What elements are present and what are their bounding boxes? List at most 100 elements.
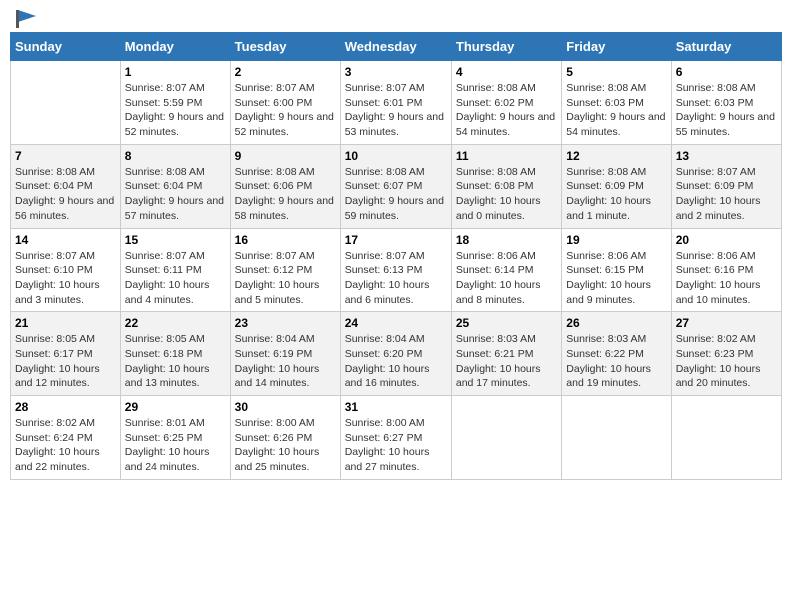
- day-number: 12: [566, 149, 666, 163]
- day-number: 25: [456, 316, 557, 330]
- calendar-week-row: 28 Sunrise: 8:02 AMSunset: 6:24 PMDayligh…: [11, 396, 782, 480]
- day-info: Sunrise: 8:08 AMSunset: 6:03 PMDaylight:…: [566, 81, 666, 140]
- logo: [14, 10, 38, 24]
- day-number: 6: [676, 65, 777, 79]
- calendar-cell: 10 Sunrise: 8:08 AMSunset: 6:07 PMDayligh…: [340, 144, 451, 228]
- day-number: 18: [456, 233, 557, 247]
- day-info: Sunrise: 8:05 AMSunset: 6:17 PMDaylight:…: [15, 332, 116, 391]
- day-number: 16: [235, 233, 336, 247]
- day-info: Sunrise: 8:06 AMSunset: 6:16 PMDaylight:…: [676, 249, 777, 308]
- col-header-monday: Monday: [120, 33, 230, 61]
- calendar-table: SundayMondayTuesdayWednesdayThursdayFrid…: [10, 32, 782, 480]
- day-number: 3: [345, 65, 447, 79]
- day-number: 14: [15, 233, 116, 247]
- col-header-friday: Friday: [562, 33, 671, 61]
- calendar-cell: 6 Sunrise: 8:08 AMSunset: 6:03 PMDaylight…: [671, 61, 781, 145]
- day-info: Sunrise: 8:08 AMSunset: 6:07 PMDaylight:…: [345, 165, 447, 224]
- calendar-cell: 5 Sunrise: 8:08 AMSunset: 6:03 PMDaylight…: [562, 61, 671, 145]
- calendar-cell: [562, 396, 671, 480]
- day-number: 2: [235, 65, 336, 79]
- logo-flag-icon: [16, 10, 38, 28]
- day-info: Sunrise: 8:00 AMSunset: 6:26 PMDaylight:…: [235, 416, 336, 475]
- calendar-cell: 29 Sunrise: 8:01 AMSunset: 6:25 PMDayligh…: [120, 396, 230, 480]
- calendar-cell: 18 Sunrise: 8:06 AMSunset: 6:14 PMDayligh…: [451, 228, 561, 312]
- day-number: 24: [345, 316, 447, 330]
- calendar-week-row: 1 Sunrise: 8:07 AMSunset: 5:59 PMDaylight…: [11, 61, 782, 145]
- day-info: Sunrise: 8:05 AMSunset: 6:18 PMDaylight:…: [125, 332, 226, 391]
- col-header-wednesday: Wednesday: [340, 33, 451, 61]
- day-number: 10: [345, 149, 447, 163]
- day-number: 9: [235, 149, 336, 163]
- day-number: 27: [676, 316, 777, 330]
- calendar-cell: 26 Sunrise: 8:03 AMSunset: 6:22 PMDayligh…: [562, 312, 671, 396]
- day-info: Sunrise: 8:01 AMSunset: 6:25 PMDaylight:…: [125, 416, 226, 475]
- day-info: Sunrise: 8:00 AMSunset: 6:27 PMDaylight:…: [345, 416, 447, 475]
- col-header-thursday: Thursday: [451, 33, 561, 61]
- calendar-week-row: 7 Sunrise: 8:08 AMSunset: 6:04 PMDaylight…: [11, 144, 782, 228]
- day-number: 28: [15, 400, 116, 414]
- calendar-cell: 3Sunrise: 8:07 AMSunset: 6:01 PMDaylight…: [340, 61, 451, 145]
- col-header-sunday: Sunday: [11, 33, 121, 61]
- day-number: 8: [125, 149, 226, 163]
- col-header-saturday: Saturday: [671, 33, 781, 61]
- day-number: 15: [125, 233, 226, 247]
- calendar-week-row: 14 Sunrise: 8:07 AMSunset: 6:10 PMDayligh…: [11, 228, 782, 312]
- day-info: Sunrise: 8:07 AMSunset: 6:09 PMDaylight:…: [676, 165, 777, 224]
- calendar-cell: 9Sunrise: 8:08 AMSunset: 6:06 PMDaylight…: [230, 144, 340, 228]
- day-info: Sunrise: 8:08 AMSunset: 6:08 PMDaylight:…: [456, 165, 557, 224]
- calendar-cell: 30 Sunrise: 8:00 AMSunset: 6:26 PMDayligh…: [230, 396, 340, 480]
- calendar-cell: 2 Sunrise: 8:07 AMSunset: 6:00 PMDaylight…: [230, 61, 340, 145]
- calendar-cell: 19 Sunrise: 8:06 AMSunset: 6:15 PMDayligh…: [562, 228, 671, 312]
- day-number: 19: [566, 233, 666, 247]
- day-number: 31: [345, 400, 447, 414]
- day-number: 5: [566, 65, 666, 79]
- calendar-cell: 14 Sunrise: 8:07 AMSunset: 6:10 PMDayligh…: [11, 228, 121, 312]
- day-number: 20: [676, 233, 777, 247]
- day-info: Sunrise: 8:02 AMSunset: 6:23 PMDaylight:…: [676, 332, 777, 391]
- col-header-tuesday: Tuesday: [230, 33, 340, 61]
- calendar-cell: 17 Sunrise: 8:07 AMSunset: 6:13 PMDayligh…: [340, 228, 451, 312]
- day-info: Sunrise: 8:07 AMSunset: 5:59 PMDaylight:…: [125, 81, 226, 140]
- day-number: 26: [566, 316, 666, 330]
- calendar-cell: 12Sunrise: 8:08 AMSunset: 6:09 PMDayligh…: [562, 144, 671, 228]
- day-number: 29: [125, 400, 226, 414]
- calendar-cell: 22Sunrise: 8:05 AMSunset: 6:18 PMDayligh…: [120, 312, 230, 396]
- day-info: Sunrise: 8:03 AMSunset: 6:21 PMDaylight:…: [456, 332, 557, 391]
- day-info: Sunrise: 8:07 AMSunset: 6:11 PMDaylight:…: [125, 249, 226, 308]
- day-number: 13: [676, 149, 777, 163]
- day-info: Sunrise: 8:08 AMSunset: 6:04 PMDaylight:…: [125, 165, 226, 224]
- calendar-cell: 7Sunrise: 8:08 AMSunset: 6:04 PMDaylight…: [11, 144, 121, 228]
- day-info: Sunrise: 8:03 AMSunset: 6:22 PMDaylight:…: [566, 332, 666, 391]
- calendar-cell: [11, 61, 121, 145]
- calendar-cell: [451, 396, 561, 480]
- calendar-cell: 24Sunrise: 8:04 AMSunset: 6:20 PMDayligh…: [340, 312, 451, 396]
- calendar-cell: 8 Sunrise: 8:08 AMSunset: 6:04 PMDaylight…: [120, 144, 230, 228]
- day-info: Sunrise: 8:04 AMSunset: 6:19 PMDaylight:…: [235, 332, 336, 391]
- day-number: 23: [235, 316, 336, 330]
- page-header: [10, 10, 782, 24]
- day-number: 7: [15, 149, 116, 163]
- calendar-cell: 1 Sunrise: 8:07 AMSunset: 5:59 PMDaylight…: [120, 61, 230, 145]
- day-number: 17: [345, 233, 447, 247]
- calendar-header-row: SundayMondayTuesdayWednesdayThursdayFrid…: [11, 33, 782, 61]
- day-info: Sunrise: 8:08 AMSunset: 6:03 PMDaylight:…: [676, 81, 777, 140]
- day-info: Sunrise: 8:07 AMSunset: 6:10 PMDaylight:…: [15, 249, 116, 308]
- day-info: Sunrise: 8:08 AMSunset: 6:02 PMDaylight:…: [456, 81, 557, 140]
- calendar-cell: 31 Sunrise: 8:00 AMSunset: 6:27 PMDayligh…: [340, 396, 451, 480]
- day-info: Sunrise: 8:07 AMSunset: 6:00 PMDaylight:…: [235, 81, 336, 140]
- calendar-cell: 23 Sunrise: 8:04 AMSunset: 6:19 PMDayligh…: [230, 312, 340, 396]
- calendar-week-row: 21 Sunrise: 8:05 AMSunset: 6:17 PMDayligh…: [11, 312, 782, 396]
- day-info: Sunrise: 8:06 AMSunset: 6:15 PMDaylight:…: [566, 249, 666, 308]
- day-number: 21: [15, 316, 116, 330]
- calendar-cell: 11Sunrise: 8:08 AMSunset: 6:08 PMDayligh…: [451, 144, 561, 228]
- calendar-cell: 21 Sunrise: 8:05 AMSunset: 6:17 PMDayligh…: [11, 312, 121, 396]
- day-number: 1: [125, 65, 226, 79]
- day-info: Sunrise: 8:06 AMSunset: 6:14 PMDaylight:…: [456, 249, 557, 308]
- day-number: 30: [235, 400, 336, 414]
- day-info: Sunrise: 8:02 AMSunset: 6:24 PMDaylight:…: [15, 416, 116, 475]
- calendar-cell: [671, 396, 781, 480]
- day-number: 4: [456, 65, 557, 79]
- calendar-cell: 28 Sunrise: 8:02 AMSunset: 6:24 PMDayligh…: [11, 396, 121, 480]
- calendar-cell: 4 Sunrise: 8:08 AMSunset: 6:02 PMDaylight…: [451, 61, 561, 145]
- day-info: Sunrise: 8:07 AMSunset: 6:13 PMDaylight:…: [345, 249, 447, 308]
